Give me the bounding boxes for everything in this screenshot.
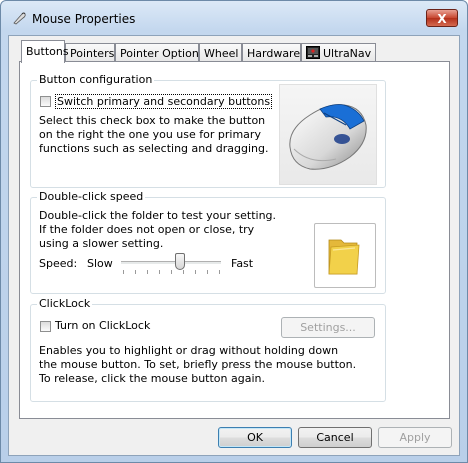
button-configuration-group: Button configuration Switch primary and … [30,73,386,188]
double-click-speed-group: Double-click speed Double-click the fold… [30,190,386,294]
close-icon: X [437,12,447,26]
button-configuration-description: Select this check box to make the button… [39,114,269,155]
clicklock-settings-button[interactable]: Settings... [281,317,375,338]
fast-label: Fast [231,257,254,270]
clicklock-description: Enables you to highlight or drag without… [39,344,357,385]
close-button[interactable]: X [426,9,458,27]
double-click-speed-label: Double-click speed [37,190,146,203]
double-click-description: Double-click the folder to test your set… [39,209,277,250]
speed-label: Speed: [39,257,78,270]
folder-icon [328,239,360,275]
slider-tick [207,270,208,274]
clicklock-checkbox-label[interactable]: Turn on ClickLock [55,319,150,332]
ok-button[interactable]: OK [218,427,292,448]
mouse-properties-window: Mouse Properties X Buttons Pointers Poin… [0,0,468,463]
slider-tick [159,270,160,274]
tab-buttons[interactable]: Buttons [21,40,69,63]
clicklock-label: ClickLock [37,297,93,310]
cancel-button[interactable]: Cancel [298,427,372,448]
slider-tick [171,270,172,274]
mouse-app-icon [13,12,26,25]
dialog-client-area: Buttons Pointers Pointer Options Wheel H… [8,35,460,456]
apply-button[interactable]: Apply [378,427,452,448]
slow-label: Slow [87,257,113,270]
slider-thumb[interactable] [175,253,185,270]
switch-buttons-checkbox[interactable] [40,96,51,107]
window-title: Mouse Properties [32,12,136,26]
tab-ultranav-label: UltraNav [323,47,372,60]
slider-tick [195,270,196,274]
tab-wheel[interactable]: Wheel [199,43,242,62]
test-folder-area[interactable] [314,223,376,288]
tab-pointers[interactable]: Pointers [65,43,115,62]
switch-buttons-label[interactable]: Switch primary and secondary buttons [55,94,273,109]
slider-tick [123,270,124,274]
mouse-image-frame [279,84,377,185]
buttons-tab-panel: Button configuration Switch primary and … [19,61,450,419]
slider-tick [135,270,136,274]
mouse-illustration [289,104,367,170]
double-click-speed-slider[interactable] [121,253,221,275]
slider-tick [147,270,148,274]
slider-tick [183,270,184,274]
tab-pointer-options[interactable]: Pointer Options [115,43,205,62]
tab-hardware[interactable]: Hardware [242,43,301,62]
button-configuration-label: Button configuration [37,73,155,86]
clicklock-checkbox[interactable] [40,321,51,332]
ultranav-icon [306,46,320,59]
title-bar[interactable]: Mouse Properties X [1,1,467,35]
clicklock-group: ClickLock Turn on ClickLock Settings... … [30,297,386,402]
tab-ultranav[interactable]: UltraNav [301,43,376,62]
slider-tick [219,270,220,274]
slider-track [121,261,221,265]
